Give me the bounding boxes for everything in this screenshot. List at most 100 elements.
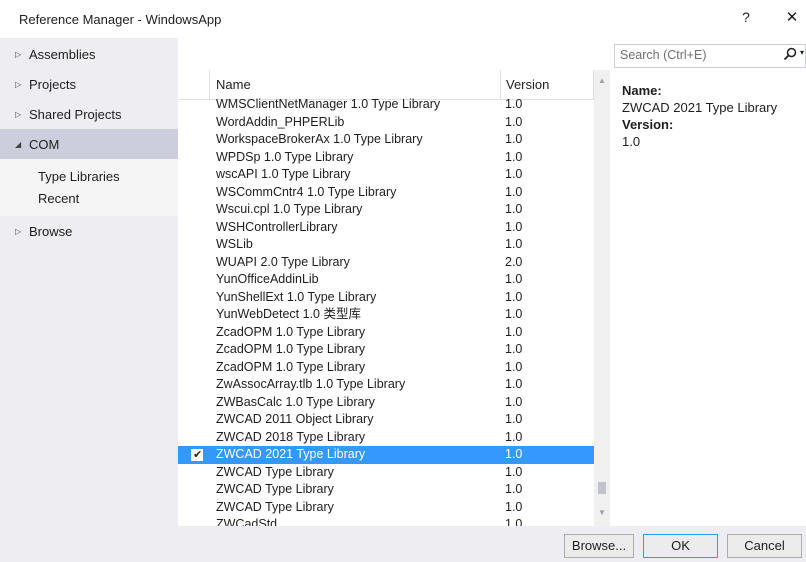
list-row[interactable]: ZWCAD 2021 Type Library 1.0	[178, 446, 594, 465]
row-version: 1.0	[505, 429, 523, 444]
row-version: 1.0	[505, 184, 523, 199]
search-box: ▾	[614, 44, 806, 68]
list-row[interactable]: YunOfficeAddinLib 1.0	[178, 271, 594, 289]
row-name: WorkspaceBrokerAx 1.0 Type Library	[216, 132, 423, 146]
list-row[interactable]: ZWCAD Type Library 1.0	[178, 481, 594, 499]
row-version: 1.0	[505, 359, 523, 374]
row-name: YunOfficeAddinLib	[216, 272, 319, 286]
list-row[interactable]: ZcadOPM 1.0 Type Library 1.0	[178, 359, 594, 377]
list-row[interactable]: WUAPI 2.0 Type Library 2.0	[178, 254, 594, 272]
cancel-button[interactable]: Cancel	[727, 534, 802, 558]
list-row[interactable]: ZWCAD 2018 Type Library 1.0	[178, 429, 594, 447]
list-row[interactable]: wscAPI 1.0 Type Library 1.0	[178, 166, 594, 184]
details-panel: Name: ZWCAD 2021 Type Library Version: 1…	[610, 70, 806, 526]
sidebar-item-projects[interactable]: ▷ Projects	[0, 69, 178, 99]
sidebar-item-shared-projects[interactable]: ▷ Shared Projects	[0, 99, 178, 129]
expand-icon: ▷	[15, 109, 22, 119]
scrollbar-thumb[interactable]	[598, 482, 606, 494]
list-row[interactable]: Wscui.cpl 1.0 Type Library 1.0	[178, 201, 594, 219]
row-version: 1.0	[505, 412, 523, 426]
sidebar-item-com[interactable]: ◢ COM	[0, 129, 178, 159]
help-button[interactable]: ?	[737, 9, 755, 29]
collapse-icon: ◢	[15, 139, 22, 149]
row-version: 1.0	[505, 219, 523, 234]
ok-button[interactable]: OK	[643, 534, 718, 558]
row-name: YunWebDetect 1.0 类型库	[216, 307, 361, 321]
row-name: ZWCAD Type Library	[216, 482, 334, 496]
row-name: WSLib	[216, 237, 253, 251]
row-name: WMSClientNetManager 1.0 Type Library	[216, 97, 441, 111]
row-name: ZwAssocArray.tlb 1.0 Type Library	[216, 377, 406, 391]
row-version: 1.0	[505, 202, 523, 216]
list-row[interactable]: WordAddin_PHPERLib 1.0	[178, 114, 594, 132]
list-row[interactable]: ZWCAD Type Library 1.0	[178, 499, 594, 517]
sidebar-item-type-libraries[interactable]: Type Libraries	[38, 169, 120, 184]
row-version: 1.0	[505, 499, 523, 514]
row-name: ZWCAD Type Library	[216, 464, 334, 479]
sidebar-item-label: COM	[29, 136, 60, 152]
list-row[interactable]: WSHControllerLibrary 1.0	[178, 219, 594, 237]
row-name: ZWCAD 2021 Type Library	[216, 447, 366, 461]
sidebar-item-label: Browse	[29, 223, 73, 239]
row-name: wscAPI 1.0 Type Library	[216, 167, 351, 181]
row-version: 1.0	[505, 324, 523, 339]
scroll-down-icon[interactable]: ▼	[594, 508, 610, 520]
sidebar-item-label: Shared Projects	[29, 106, 122, 122]
list-row[interactable]: WPDSp 1.0 Type Library 1.0	[178, 149, 594, 167]
list-row[interactable]: ZcadOPM 1.0 Type Library 1.0	[178, 324, 594, 342]
row-version: 1.0	[505, 394, 523, 409]
expand-icon: ▷	[15, 79, 22, 89]
list-row[interactable]: ZWBasCalc 1.0 Type Library 1.0	[178, 394, 594, 412]
row-name: WordAddin_PHPERLib	[216, 114, 345, 129]
row-version: 1.0	[505, 237, 523, 251]
list-row[interactable]: ZWCadStd... 1.0	[178, 516, 594, 526]
list-row[interactable]: ZcadOPM 1.0 Type Library 1.0	[178, 341, 594, 359]
sidebar-item-label: Assemblies	[29, 46, 96, 62]
vertical-scrollbar[interactable]: ▲ ▼	[594, 70, 610, 526]
row-name: WUAPI 2.0 Type Library	[216, 254, 350, 269]
row-name: ZWCadStd...	[216, 517, 288, 526]
title-bar: Reference Manager - WindowsApp ? ✕	[0, 0, 806, 38]
browse-button[interactable]: Browse...	[564, 534, 634, 558]
list-row[interactable]: WSCommCntr4 1.0 Type Library 1.0	[178, 184, 594, 202]
row-version: 1.0	[505, 114, 523, 129]
row-name: YunShellExt 1.0 Type Library	[216, 289, 377, 304]
sidebar-item-browse[interactable]: ▷ Browse	[0, 216, 178, 246]
row-version: 1.0	[505, 482, 523, 496]
sidebar-item-recent[interactable]: Recent	[38, 191, 79, 206]
row-checkbox[interactable]	[191, 447, 203, 465]
row-version: 1.0	[505, 517, 523, 526]
row-name: ZWCAD 2011 Object Library	[216, 412, 374, 426]
list-row[interactable]: ZwAssocArray.tlb 1.0 Type Library 1.0	[178, 376, 594, 394]
row-version: 1.0	[505, 167, 523, 181]
row-name: ZcadOPM 1.0 Type Library	[216, 342, 366, 356]
list-row[interactable]: WorkspaceBrokerAx 1.0 Type Library 1.0	[178, 131, 594, 149]
row-version: 1.0	[505, 289, 523, 304]
close-button[interactable]: ✕	[782, 8, 802, 28]
row-version: 1.0	[505, 377, 523, 391]
scroll-up-icon[interactable]: ▲	[594, 76, 610, 88]
expand-icon: ▷	[15, 49, 22, 59]
list-row[interactable]: WSLib 1.0	[178, 236, 594, 254]
list-row[interactable]: ZWCAD 2011 Object Library 1.0	[178, 411, 594, 429]
row-version: 1.0	[505, 464, 523, 479]
list-row[interactable]: ZWCAD Type Library 1.0	[178, 464, 594, 482]
list-row[interactable]: YunWebDetect 1.0 类型库 1.0	[178, 306, 594, 324]
row-name: ZWCAD 2018 Type Library	[216, 429, 366, 444]
search-icon[interactable]	[783, 47, 797, 64]
reference-list: Name Version WMSClientNetManager 1.0 Typ…	[178, 70, 610, 526]
details-version-value: 1.0	[622, 134, 641, 149]
row-name: WSHControllerLibrary	[216, 219, 338, 234]
details-name-label: Name:	[622, 83, 662, 98]
sidebar-item-assemblies[interactable]: ▷ Assemblies	[0, 39, 178, 69]
list-row[interactable]: WMSClientNetManager 1.0 Type Library 1.0	[178, 96, 594, 114]
row-version: 1.0	[505, 342, 523, 356]
row-version: 1.0	[505, 307, 523, 321]
row-version: 1.0	[505, 149, 523, 164]
search-input[interactable]	[620, 48, 770, 62]
list-row[interactable]: YunShellExt 1.0 Type Library 1.0	[178, 289, 594, 307]
chevron-down-icon[interactable]: ▾	[800, 48, 804, 57]
details-version-label: Version:	[622, 117, 674, 132]
row-name: WSCommCntr4 1.0 Type Library	[216, 184, 397, 199]
row-version: 2.0	[505, 254, 523, 269]
